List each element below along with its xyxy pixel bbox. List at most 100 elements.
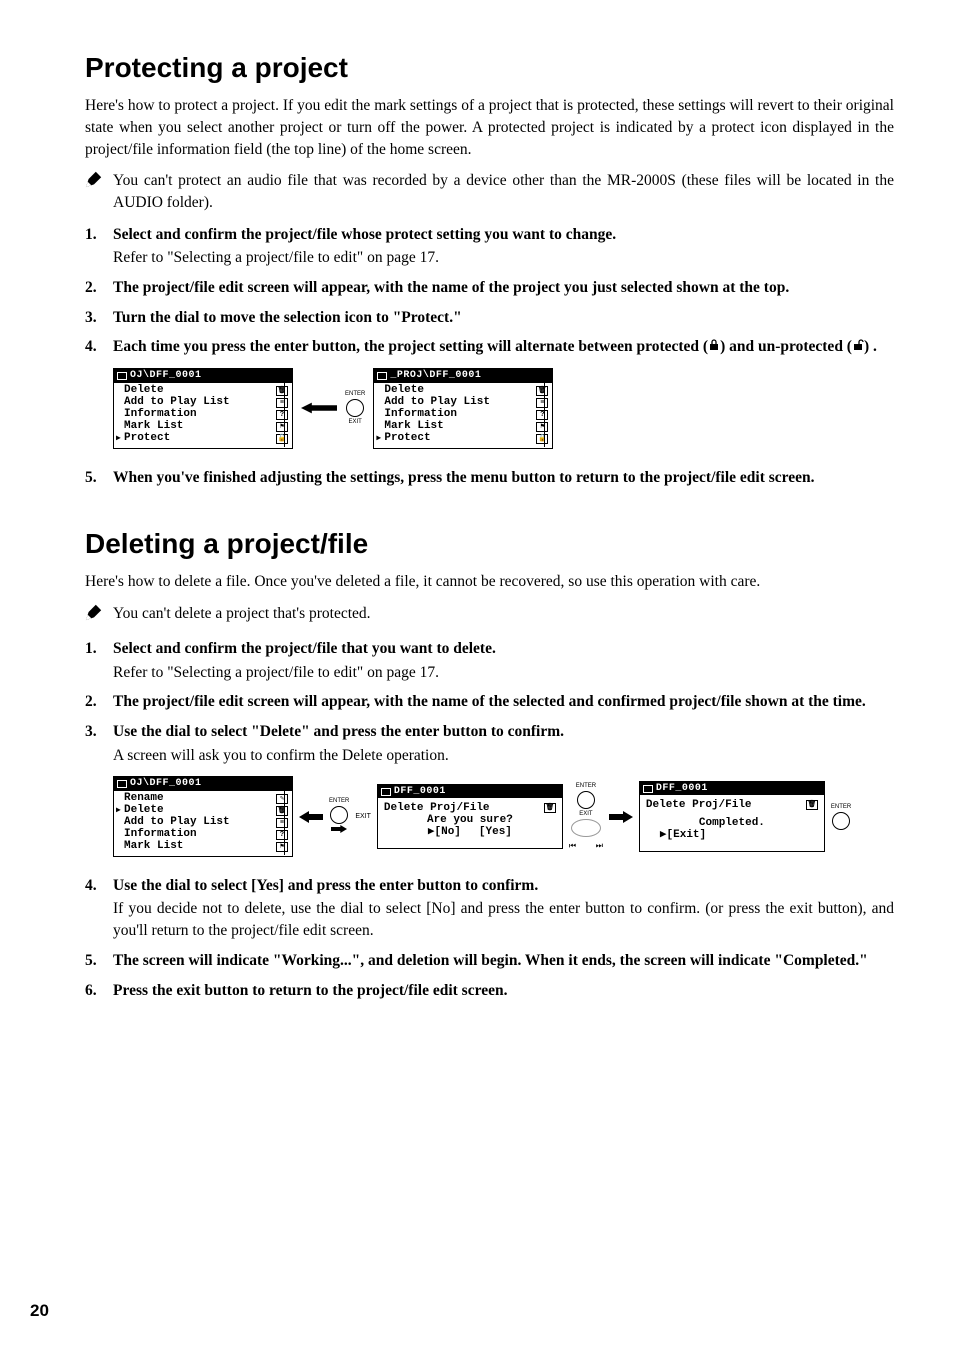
section1-intro: Here's how to protect a project. If you … [85,95,894,160]
lcd-item: Delete [118,384,164,397]
lcd-protect-unprotected: OJ\DFF_0001 Delete🗑 Add to Play List≡ In… [113,368,293,449]
arrow-left-icon [299,811,323,823]
lcd-no-option: ▶[No] [428,826,461,839]
lcd-item: Rename [118,792,164,805]
s1-step1: 1. Select and confirm the project/file w… [85,224,894,269]
lock-open-icon [852,336,864,348]
lcd-item: Delete [378,384,424,397]
lcd-title-text: OJ\DFF_0001 [130,370,202,382]
lcd-item: Delete Proj/File [384,802,490,815]
page-number: 20 [30,1299,49,1323]
lcd-yes-option: [Yes] [479,826,512,839]
lcd-item: Mark List [378,420,443,433]
step-bold: The screen will indicate "Working...", a… [113,950,894,972]
step-sub: If you decide not to delete, use the dia… [113,898,894,941]
step-sub: Refer to "Selecting a project/file to ed… [113,662,894,684]
scrollbar [284,791,291,855]
step-number: 3. [85,307,113,329]
lcd-item: Are you sure? [427,814,513,827]
enter-label: ENTER [329,797,349,805]
lcd-delete-menu: OJ\DFF_0001 Rename✎ Delete🗑 Add to Play … [113,776,293,857]
lcd-item: Delete Proj/File [646,799,752,812]
lcd-exit-option: ▶[Exit] [646,829,706,842]
s1-step5: 5. When you've finished adjusting the se… [85,467,894,489]
lcd-item-selected: Delete [118,804,164,817]
dial-icon [346,399,364,417]
step-bold: When you've finished adjusting the setti… [113,467,894,489]
step-bold: The project/file edit screen will appear… [113,691,894,713]
s1-step2: 2. The project/file edit screen will app… [85,277,894,299]
arrow-left-icon [301,402,337,414]
lcd-item-selected: Protect [378,432,430,445]
dial-enter: ENTER [831,803,851,830]
exit-label: EXIT [355,812,371,822]
section2-intro: Here's how to delete a file. Once you've… [85,571,894,593]
lcd-item: Information [118,828,197,841]
lcd-item: Information [118,408,197,421]
trash-icon: 🗑 [806,800,818,810]
enter-label: ENTER [345,390,365,398]
lock-closed-icon [708,336,720,348]
step-number: 1. [85,638,113,660]
lcd-item: Completed. [699,817,765,830]
step-bold: Turn the dial to move the selection icon… [113,307,894,329]
text-part: ) and un-protected ( [720,338,852,355]
step-number: 2. [85,277,113,299]
lcd-title-text: _PROJ\DFF_0001 [390,370,481,382]
step-number: 3. [85,721,113,743]
lcd-item: Mark List [118,420,183,433]
s2-step4: 4. Use the dial to select [Yes] and pres… [85,875,894,942]
enter-label: ENTER [576,782,596,790]
step-bold: Press the exit button to return to the p… [113,980,894,1002]
step-number: 5. [85,467,113,489]
step-sub: Refer to "Selecting a project/file to ed… [113,247,894,269]
lcd-item-selected: Protect [118,432,170,445]
dial-icon [577,791,595,809]
s1-step3: 3. Turn the dial to move the selection i… [85,307,894,329]
scrollbar [284,383,291,447]
note-text: You can't delete a project that's protec… [113,603,894,625]
section2-title: Deleting a project/file [85,524,894,563]
s1-step4: 4. Each time you press the enter button,… [85,336,894,358]
step-bold: Select and confirm the project/file that… [113,638,894,660]
skip-next-icon: ⏭ [596,840,603,851]
lcd-delete-completed: DFF_0001 Delete Proj/File 🗑 Completed. ▶[… [639,781,825,853]
pencil-note-icon [85,170,107,195]
lcd-title-text: OJ\DFF_0001 [130,778,202,790]
dial-icon [832,812,850,830]
step-bold: The project/file edit screen will appear… [113,277,894,299]
lcd-title-text: DFF_0001 [394,786,446,798]
pencil-note-icon [85,603,107,628]
skip-icons: ⏮⏭ [569,840,603,851]
text-part: Each time you press the enter button, th… [113,338,708,355]
lcd-item: Add to Play List [378,396,490,409]
figure-delete: OJ\DFF_0001 Rename✎ Delete🗑 Add to Play … [85,776,894,857]
step-bold: Select and confirm the project/file whos… [113,224,894,246]
step-number: 6. [85,980,113,1002]
lcd-title-text: DFF_0001 [656,783,708,795]
step-number: 1. [85,224,113,246]
text-part: ) . [864,338,877,355]
step-number: 4. [85,336,113,358]
step-bold: Each time you press the enter button, th… [113,336,894,358]
lcd-item: Add to Play List [118,396,230,409]
scrollbar [544,383,551,447]
figure-protect: OJ\DFF_0001 Delete🗑 Add to Play List≡ In… [85,368,894,449]
section1-note: You can't protect an audio file that was… [85,170,894,213]
skip-prev-icon: ⏮ [569,840,576,851]
jog-icon [571,819,601,837]
s2-step3: 3. Use the dial to select "Delete" and p… [85,721,894,766]
step-sub: A screen will ask you to confirm the Del… [113,745,894,767]
s2-step6: 6. Press the exit button to return to th… [85,980,894,1002]
exit-label: EXIT [579,810,592,818]
exit-label: EXIT [349,418,362,426]
lcd-item: Mark List [118,840,183,853]
lcd-item: Add to Play List [118,816,230,829]
section1-title: Protecting a project [85,48,894,87]
arrow-right-icon [609,811,633,823]
trash-icon: 🗑 [544,803,556,813]
dial-enter-exit: ENTER EXIT [345,390,365,427]
dial-icon [330,806,348,824]
section2-note: You can't delete a project that's protec… [85,603,894,628]
dial-control: ENTER [329,797,349,837]
